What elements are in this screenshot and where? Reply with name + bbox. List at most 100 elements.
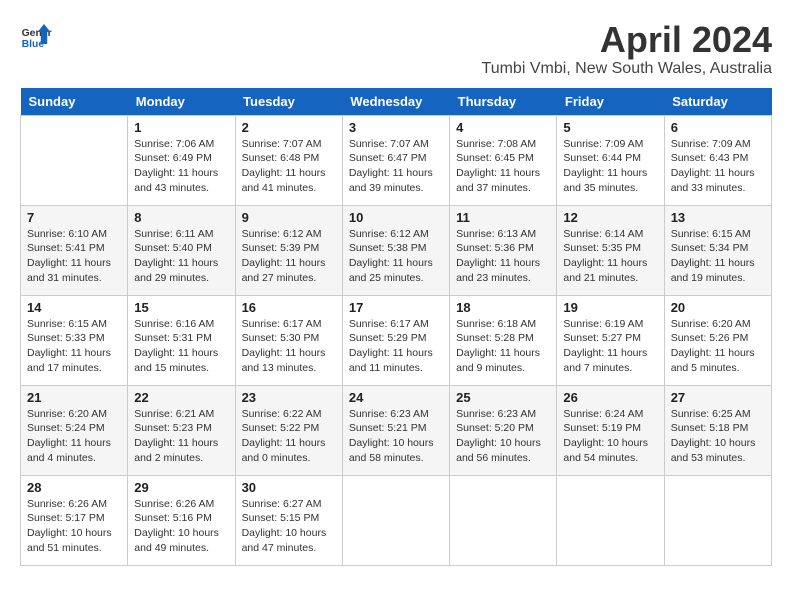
calendar-cell: 21 Sunrise: 6:20 AMSunset: 5:24 PMDayligh… [21, 385, 128, 475]
calendar-cell: 19Sunrise: 6:19 AMSunset: 5:27 PMDayligh… [557, 295, 664, 385]
location: Tumbi Vmbi, New South Wales, Australia [482, 60, 772, 78]
day-number: 7 [27, 210, 121, 225]
day-number: 1 [134, 120, 228, 135]
header-cell-friday: Friday [557, 88, 664, 116]
day-info: Sunrise: 6:15 AMSunset: 5:34 PMDaylight:… [671, 227, 765, 286]
day-info: Sunrise: 6:24 AMSunset: 5:19 PMDaylight:… [563, 407, 657, 466]
calendar-cell: 9 Sunrise: 6:12 AMSunset: 5:39 PMDaylight… [235, 205, 342, 295]
calendar-table: SundayMondayTuesdayWednesdayThursdayFrid… [20, 88, 772, 566]
day-number: 26 [563, 390, 657, 405]
calendar-cell: 11 Sunrise: 6:13 AMSunset: 5:36 PMDayligh… [450, 205, 557, 295]
day-info: Sunrise: 6:15 AMSunset: 5:33 PMDaylight:… [27, 317, 121, 376]
calendar-cell: 30 Sunrise: 6:27 AMSunset: 5:15 PMDayligh… [235, 475, 342, 565]
day-number: 25 [456, 390, 550, 405]
day-number: 29 [134, 480, 228, 495]
calendar-cell [342, 475, 449, 565]
calendar-cell: 22Sunrise: 6:21 AMSunset: 5:23 PMDayligh… [128, 385, 235, 475]
calendar-cell: 2 Sunrise: 7:07 AMSunset: 6:48 PMDaylight… [235, 115, 342, 205]
calendar-cell: 15 Sunrise: 6:16 AMSunset: 5:31 PMDayligh… [128, 295, 235, 385]
day-number: 20 [671, 300, 765, 315]
header-cell-tuesday: Tuesday [235, 88, 342, 116]
calendar-cell: 5Sunrise: 7:09 AMSunset: 6:44 PMDaylight… [557, 115, 664, 205]
header-cell-wednesday: Wednesday [342, 88, 449, 116]
day-info: Sunrise: 7:09 AMSunset: 6:43 PMDaylight:… [671, 137, 765, 196]
day-number: 3 [349, 120, 443, 135]
day-number: 11 [456, 210, 550, 225]
calendar-cell: 13 Sunrise: 6:15 AMSunset: 5:34 PMDayligh… [664, 205, 771, 295]
calendar-cell: 12Sunrise: 6:14 AMSunset: 5:35 PMDayligh… [557, 205, 664, 295]
day-number: 21 [27, 390, 121, 405]
day-info: Sunrise: 6:11 AMSunset: 5:40 PMDaylight:… [134, 227, 228, 286]
calendar-cell: 27Sunrise: 6:25 AMSunset: 5:18 PMDayligh… [664, 385, 771, 475]
month-title: April 2024 [482, 20, 772, 60]
week-row-3: 14 Sunrise: 6:15 AMSunset: 5:33 PMDayligh… [21, 295, 772, 385]
day-number: 2 [242, 120, 336, 135]
calendar-cell: 24Sunrise: 6:23 AMSunset: 5:21 PMDayligh… [342, 385, 449, 475]
day-number: 22 [134, 390, 228, 405]
day-info: Sunrise: 6:19 AMSunset: 5:27 PMDaylight:… [563, 317, 657, 376]
header-cell-thursday: Thursday [450, 88, 557, 116]
header-cell-monday: Monday [128, 88, 235, 116]
calendar-cell: 8Sunrise: 6:11 AMSunset: 5:40 PMDaylight… [128, 205, 235, 295]
day-info: Sunrise: 7:09 AMSunset: 6:44 PMDaylight:… [563, 137, 657, 196]
day-number: 17 [349, 300, 443, 315]
day-info: Sunrise: 6:10 AMSunset: 5:41 PMDaylight:… [27, 227, 121, 286]
day-number: 28 [27, 480, 121, 495]
calendar-cell: 18 Sunrise: 6:18 AMSunset: 5:28 PMDayligh… [450, 295, 557, 385]
day-number: 6 [671, 120, 765, 135]
day-number: 15 [134, 300, 228, 315]
calendar-cell: 17Sunrise: 6:17 AMSunset: 5:29 PMDayligh… [342, 295, 449, 385]
day-number: 9 [242, 210, 336, 225]
day-info: Sunrise: 6:26 AMSunset: 5:17 PMDaylight:… [27, 497, 121, 556]
day-info: Sunrise: 6:20 AMSunset: 5:26 PMDaylight:… [671, 317, 765, 376]
calendar-cell: 25 Sunrise: 6:23 AMSunset: 5:20 PMDayligh… [450, 385, 557, 475]
day-info: Sunrise: 6:16 AMSunset: 5:31 PMDaylight:… [134, 317, 228, 376]
day-info: Sunrise: 6:12 AMSunset: 5:38 PMDaylight:… [349, 227, 443, 286]
day-info: Sunrise: 6:17 AMSunset: 5:30 PMDaylight:… [242, 317, 336, 376]
logo: General Blue [20, 20, 52, 52]
week-row-2: 7 Sunrise: 6:10 AMSunset: 5:41 PMDaylight… [21, 205, 772, 295]
calendar-cell: 16Sunrise: 6:17 AMSunset: 5:30 PMDayligh… [235, 295, 342, 385]
calendar-header: SundayMondayTuesdayWednesdayThursdayFrid… [21, 88, 772, 116]
header-cell-sunday: Sunday [21, 88, 128, 116]
calendar-cell: 10Sunrise: 6:12 AMSunset: 5:38 PMDayligh… [342, 205, 449, 295]
week-row-1: 1 Sunrise: 7:06 AMSunset: 6:49 PMDaylight… [21, 115, 772, 205]
calendar-cell [21, 115, 128, 205]
day-info: Sunrise: 6:13 AMSunset: 5:36 PMDaylight:… [456, 227, 550, 286]
header-cell-saturday: Saturday [664, 88, 771, 116]
day-number: 13 [671, 210, 765, 225]
calendar-body: 1 Sunrise: 7:06 AMSunset: 6:49 PMDaylight… [21, 115, 772, 565]
day-info: Sunrise: 6:18 AMSunset: 5:28 PMDaylight:… [456, 317, 550, 376]
day-number: 30 [242, 480, 336, 495]
calendar-cell: 23Sunrise: 6:22 AMSunset: 5:22 PMDayligh… [235, 385, 342, 475]
calendar-cell: 6 Sunrise: 7:09 AMSunset: 6:43 PMDaylight… [664, 115, 771, 205]
day-number: 4 [456, 120, 550, 135]
day-info: Sunrise: 7:06 AMSunset: 6:49 PMDaylight:… [134, 137, 228, 196]
day-number: 23 [242, 390, 336, 405]
calendar-cell [664, 475, 771, 565]
day-info: Sunrise: 6:26 AMSunset: 5:16 PMDaylight:… [134, 497, 228, 556]
logo-icon: General Blue [20, 20, 52, 52]
calendar-cell: 29 Sunrise: 6:26 AMSunset: 5:16 PMDayligh… [128, 475, 235, 565]
calendar-cell [557, 475, 664, 565]
day-number: 27 [671, 390, 765, 405]
page-header: General Blue April 2024 Tumbi Vmbi, New … [20, 20, 772, 78]
calendar-cell: 7 Sunrise: 6:10 AMSunset: 5:41 PMDaylight… [21, 205, 128, 295]
day-info: Sunrise: 6:12 AMSunset: 5:39 PMDaylight:… [242, 227, 336, 286]
day-info: Sunrise: 7:07 AMSunset: 6:48 PMDaylight:… [242, 137, 336, 196]
calendar-cell: 26 Sunrise: 6:24 AMSunset: 5:19 PMDayligh… [557, 385, 664, 475]
day-number: 18 [456, 300, 550, 315]
week-row-5: 28 Sunrise: 6:26 AMSunset: 5:17 PMDayligh… [21, 475, 772, 565]
title-section: April 2024 Tumbi Vmbi, New South Wales, … [482, 20, 772, 78]
calendar-cell: 1 Sunrise: 7:06 AMSunset: 6:49 PMDaylight… [128, 115, 235, 205]
day-info: Sunrise: 6:23 AMSunset: 5:20 PMDaylight:… [456, 407, 550, 466]
calendar-cell: 28 Sunrise: 6:26 AMSunset: 5:17 PMDayligh… [21, 475, 128, 565]
calendar-cell: 3 Sunrise: 7:07 AMSunset: 6:47 PMDaylight… [342, 115, 449, 205]
day-info: Sunrise: 7:07 AMSunset: 6:47 PMDaylight:… [349, 137, 443, 196]
day-number: 14 [27, 300, 121, 315]
day-info: Sunrise: 7:08 AMSunset: 6:45 PMDaylight:… [456, 137, 550, 196]
day-info: Sunrise: 6:27 AMSunset: 5:15 PMDaylight:… [242, 497, 336, 556]
week-row-4: 21 Sunrise: 6:20 AMSunset: 5:24 PMDayligh… [21, 385, 772, 475]
day-info: Sunrise: 6:20 AMSunset: 5:24 PMDaylight:… [27, 407, 121, 466]
calendar-cell: 4 Sunrise: 7:08 AMSunset: 6:45 PMDaylight… [450, 115, 557, 205]
